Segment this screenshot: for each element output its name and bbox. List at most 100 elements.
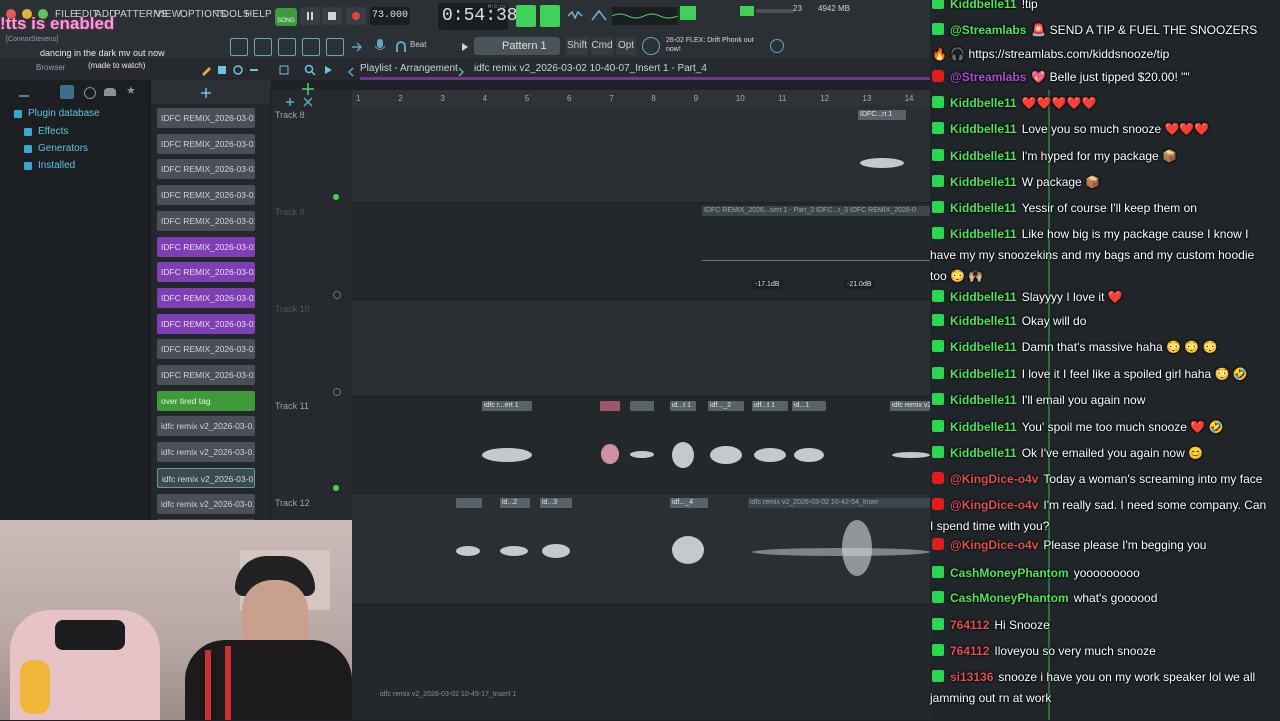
track-label-11[interactable]: Track 11	[275, 401, 309, 411]
online-icon[interactable]	[770, 39, 784, 53]
news-ticker[interactable]: 26-02 FLEX: Drift Phonk out now!	[666, 36, 766, 54]
chat-username[interactable]: Kiddbelle11	[950, 340, 1017, 354]
track-enable-led[interactable]	[333, 388, 341, 396]
arrow-right-icon[interactable]	[350, 40, 364, 52]
track-enable-led[interactable]	[333, 291, 341, 299]
audio-clip[interactable]: id...t 1	[670, 401, 696, 411]
picker-clip-item[interactable]: IDFC REMIX_2026-03-01...	[157, 159, 255, 180]
delete-icon[interactable]	[232, 63, 244, 75]
audio-clip[interactable]: idfc remix v2_2026-03-02 10-42-54_Inser	[748, 498, 930, 508]
picker-clip-item[interactable]: idfc remix v2_2026-03-0...	[157, 442, 255, 463]
mixer-icon[interactable]	[278, 38, 296, 56]
track-label-10[interactable]: Track 10	[275, 304, 310, 314]
menu-help[interactable]: HELP	[245, 9, 272, 20]
pencil-icon[interactable]	[200, 63, 212, 76]
track-lane-8[interactable]	[352, 106, 930, 203]
playlist-grid[interactable]: 1 2 3 4 5 6 7 8 9 10 11 12 13 14 IDFC...rt 1 IDFC REM…	[352, 90, 930, 721]
audio-clip[interactable]: idf...t 1	[752, 401, 788, 411]
track-lane-13[interactable]	[352, 605, 930, 721]
track-label-8[interactable]: Track 8	[275, 110, 305, 120]
audio-clip[interactable]: idf..._4	[670, 498, 708, 508]
wait-record-icon[interactable]	[590, 8, 608, 24]
chat-username[interactable]: Kiddbelle11	[950, 314, 1017, 328]
browser-toggle-icon[interactable]	[230, 38, 248, 56]
tempo-display[interactable]: 73.000	[370, 7, 410, 25]
browser-item-plugin-database[interactable]: Plugin database	[14, 108, 100, 119]
picker-clip-item[interactable]: IDFC REMIX_2026-03-01...	[157, 339, 255, 360]
shift-button[interactable]: Shift	[566, 37, 588, 55]
time-display[interactable]: 0:54:38 M:S:CS	[438, 3, 518, 30]
track-lane-11[interactable]	[352, 397, 930, 494]
collapse-icon[interactable]	[18, 88, 30, 98]
cloud-icon[interactable]	[104, 88, 116, 96]
chat-username[interactable]: Kiddbelle11	[950, 0, 1017, 11]
opt-button[interactable]: Opt	[616, 37, 636, 55]
snap-arrows-icon[interactable]	[199, 86, 213, 98]
star-icon[interactable]: ★	[126, 84, 136, 97]
move-icon[interactable]	[301, 82, 315, 95]
audio-clip[interactable]: idfc remix v2_202...Insert 1 - Part	[890, 401, 930, 411]
stop-button[interactable]	[322, 7, 342, 25]
track-label-9[interactable]: Track 9	[275, 207, 305, 217]
browser-item-generators[interactable]: Generators	[24, 143, 88, 154]
pattern-selector[interactable]: Pattern 1	[474, 37, 560, 55]
picker-clip-item[interactable]: idfc remix v2_2026-03-0...	[157, 416, 255, 437]
chat-username[interactable]: Kiddbelle11	[950, 149, 1017, 163]
play-button[interactable]	[300, 7, 320, 25]
audio-clip[interactable]: idf..._2	[708, 401, 744, 411]
chat-username[interactable]: @KingDice-o4v	[950, 498, 1038, 512]
chat-username[interactable]: @KingDice-o4v	[950, 472, 1038, 486]
audio-clip[interactable]: idfc r...ert 1	[482, 401, 532, 411]
piano-roll-icon[interactable]	[302, 38, 320, 56]
chat-username[interactable]: Kiddbelle11	[950, 393, 1017, 407]
zoom-icon[interactable]	[304, 63, 316, 76]
chat-username[interactable]: Kiddbelle11	[950, 290, 1017, 304]
chat-username[interactable]: Kiddbelle11	[950, 227, 1017, 241]
record-button[interactable]	[346, 7, 366, 25]
song-mode-toggle[interactable]: SONG	[275, 8, 297, 26]
chat-username[interactable]: @Streamlabs	[950, 23, 1026, 37]
mute-icon[interactable]	[248, 63, 260, 75]
audio-clip[interactable]	[630, 401, 654, 411]
chat-username[interactable]: @Streamlabs	[950, 70, 1026, 84]
audio-clip[interactable]: id...2	[500, 498, 530, 508]
browser-item-installed[interactable]: Installed	[24, 160, 75, 171]
playlist-breadcrumb[interactable]: idfc remix v2_2026-03-02 10-40-07_Insert…	[474, 63, 707, 74]
audio-clip[interactable]: idfc remix v2_2026-03-02 10-45-17_Insert…	[378, 690, 638, 700]
mixer-view-icon[interactable]	[680, 6, 696, 20]
track-label-12[interactable]: Track 12	[275, 498, 310, 508]
audio-clip[interactable]	[456, 498, 482, 508]
chat-username[interactable]: Kiddbelle11	[950, 175, 1017, 189]
browser-mode-icon[interactable]	[60, 85, 74, 99]
playback-icon[interactable]	[322, 63, 334, 75]
tempo-tap-icon[interactable]	[516, 5, 536, 27]
chat-username[interactable]: Kiddbelle11	[950, 420, 1017, 434]
chat-username[interactable]: 764112	[950, 618, 989, 632]
audio-clip[interactable]: IDFC...rt 1	[858, 110, 906, 120]
track-lane-10[interactable]	[352, 300, 930, 397]
track-enable-led[interactable]	[333, 485, 339, 491]
timeline-ruler[interactable]: 1 2 3 4 5 6 7 8 9 10 11 12 13 14	[352, 90, 930, 106]
picker-clip-item[interactable]: idfc remix v2_2026-03-0...	[157, 493, 255, 514]
play-arrow-icon[interactable]	[460, 40, 470, 52]
metronome-icon[interactable]	[566, 8, 584, 24]
chat-username[interactable]: CashMoneyPhantom	[950, 591, 1069, 605]
cmd-button[interactable]: Cmd	[591, 37, 613, 55]
picker-clip-item[interactable]: IDFC REMIX_2026-03-01...	[157, 210, 255, 231]
track-enable-led[interactable]	[333, 194, 339, 200]
playlist-icon[interactable]	[326, 38, 344, 56]
picker-clip-item[interactable]: IDFC REMIX_2026-03-01...	[157, 313, 255, 334]
chat-username[interactable]: Kiddbelle11	[950, 367, 1017, 381]
channel-rack-icon[interactable]	[254, 38, 272, 56]
snap-value[interactable]: Beat	[410, 40, 426, 49]
online-content-icon[interactable]	[84, 87, 96, 99]
chat-username[interactable]: 764112	[950, 644, 989, 658]
select-icon[interactable]	[278, 63, 290, 75]
audio-clip[interactable]: id...3	[540, 498, 572, 508]
picker-clip-item[interactable]: IDFC REMIX_2026-03-01...	[157, 262, 255, 283]
add-track-icon[interactable]	[285, 94, 295, 106]
chat-username[interactable]: CashMoneyPhantom	[950, 566, 1069, 580]
audio-clip[interactable]: id...1	[792, 401, 826, 411]
typing-keyboard-icon[interactable]	[540, 5, 560, 27]
chat-username[interactable]: @KingDice-o4v	[950, 538, 1038, 552]
